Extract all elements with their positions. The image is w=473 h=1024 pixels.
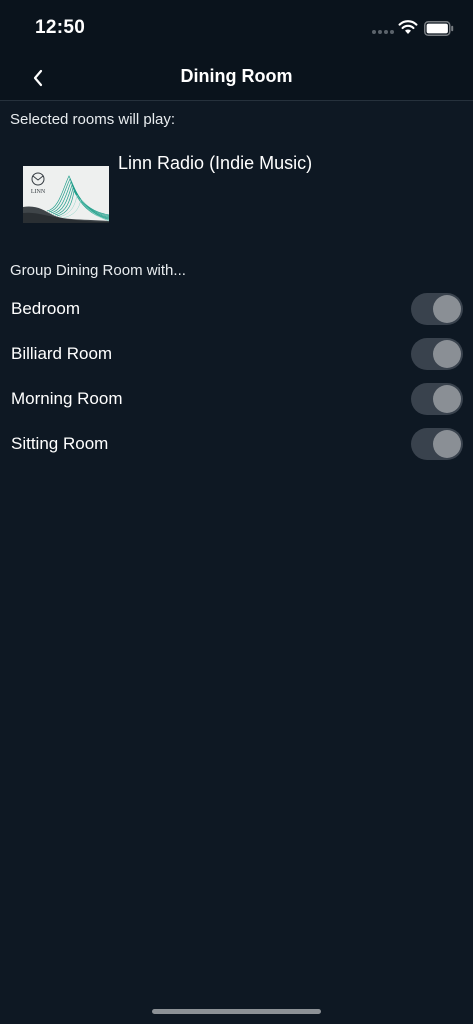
status-bar: 12:50 — [0, 0, 473, 56]
nav-bar: Dining Room — [0, 56, 473, 101]
room-label: Sitting Room — [11, 434, 109, 453]
linn-logo-artwork: LINN — [23, 166, 109, 223]
group-label: Group Dining Room with... — [10, 262, 186, 279]
billiard-room-toggle[interactable] — [411, 338, 463, 370]
toggle-knob — [433, 340, 461, 368]
room-row-billiard-room: Billiard Room — [0, 332, 473, 377]
toggle-knob — [433, 385, 461, 413]
sitting-room-toggle[interactable] — [411, 428, 463, 460]
room-row-morning-room: Morning Room — [0, 377, 473, 422]
toggle-knob — [433, 295, 461, 323]
cellular-dots-icon — [372, 30, 394, 34]
room-row-bedroom: Bedroom — [0, 287, 473, 332]
bedroom-toggle[interactable] — [411, 293, 463, 325]
wifi-icon — [398, 20, 418, 34]
selected-rooms-label: Selected rooms will play: — [10, 111, 176, 128]
toggle-knob — [433, 430, 461, 458]
room-label: Bedroom — [11, 299, 80, 318]
screen: 12:50 Dining Room Selected rooms will pl… — [0, 0, 473, 1024]
battery-icon — [424, 21, 454, 36]
page-title: Dining Room — [180, 66, 293, 86]
room-row-sitting-room: Sitting Room — [0, 422, 473, 467]
artwork-logo-text: LINN — [31, 189, 46, 195]
status-time: 12:50 — [35, 17, 86, 38]
home-indicator[interactable] — [152, 1009, 321, 1014]
station-artwork[interactable]: LINN — [23, 166, 109, 223]
room-label: Morning Room — [11, 389, 123, 408]
morning-room-toggle[interactable] — [411, 383, 463, 415]
station-name[interactable]: Linn Radio (Indie Music) — [118, 153, 312, 174]
room-label: Billiard Room — [11, 344, 113, 363]
